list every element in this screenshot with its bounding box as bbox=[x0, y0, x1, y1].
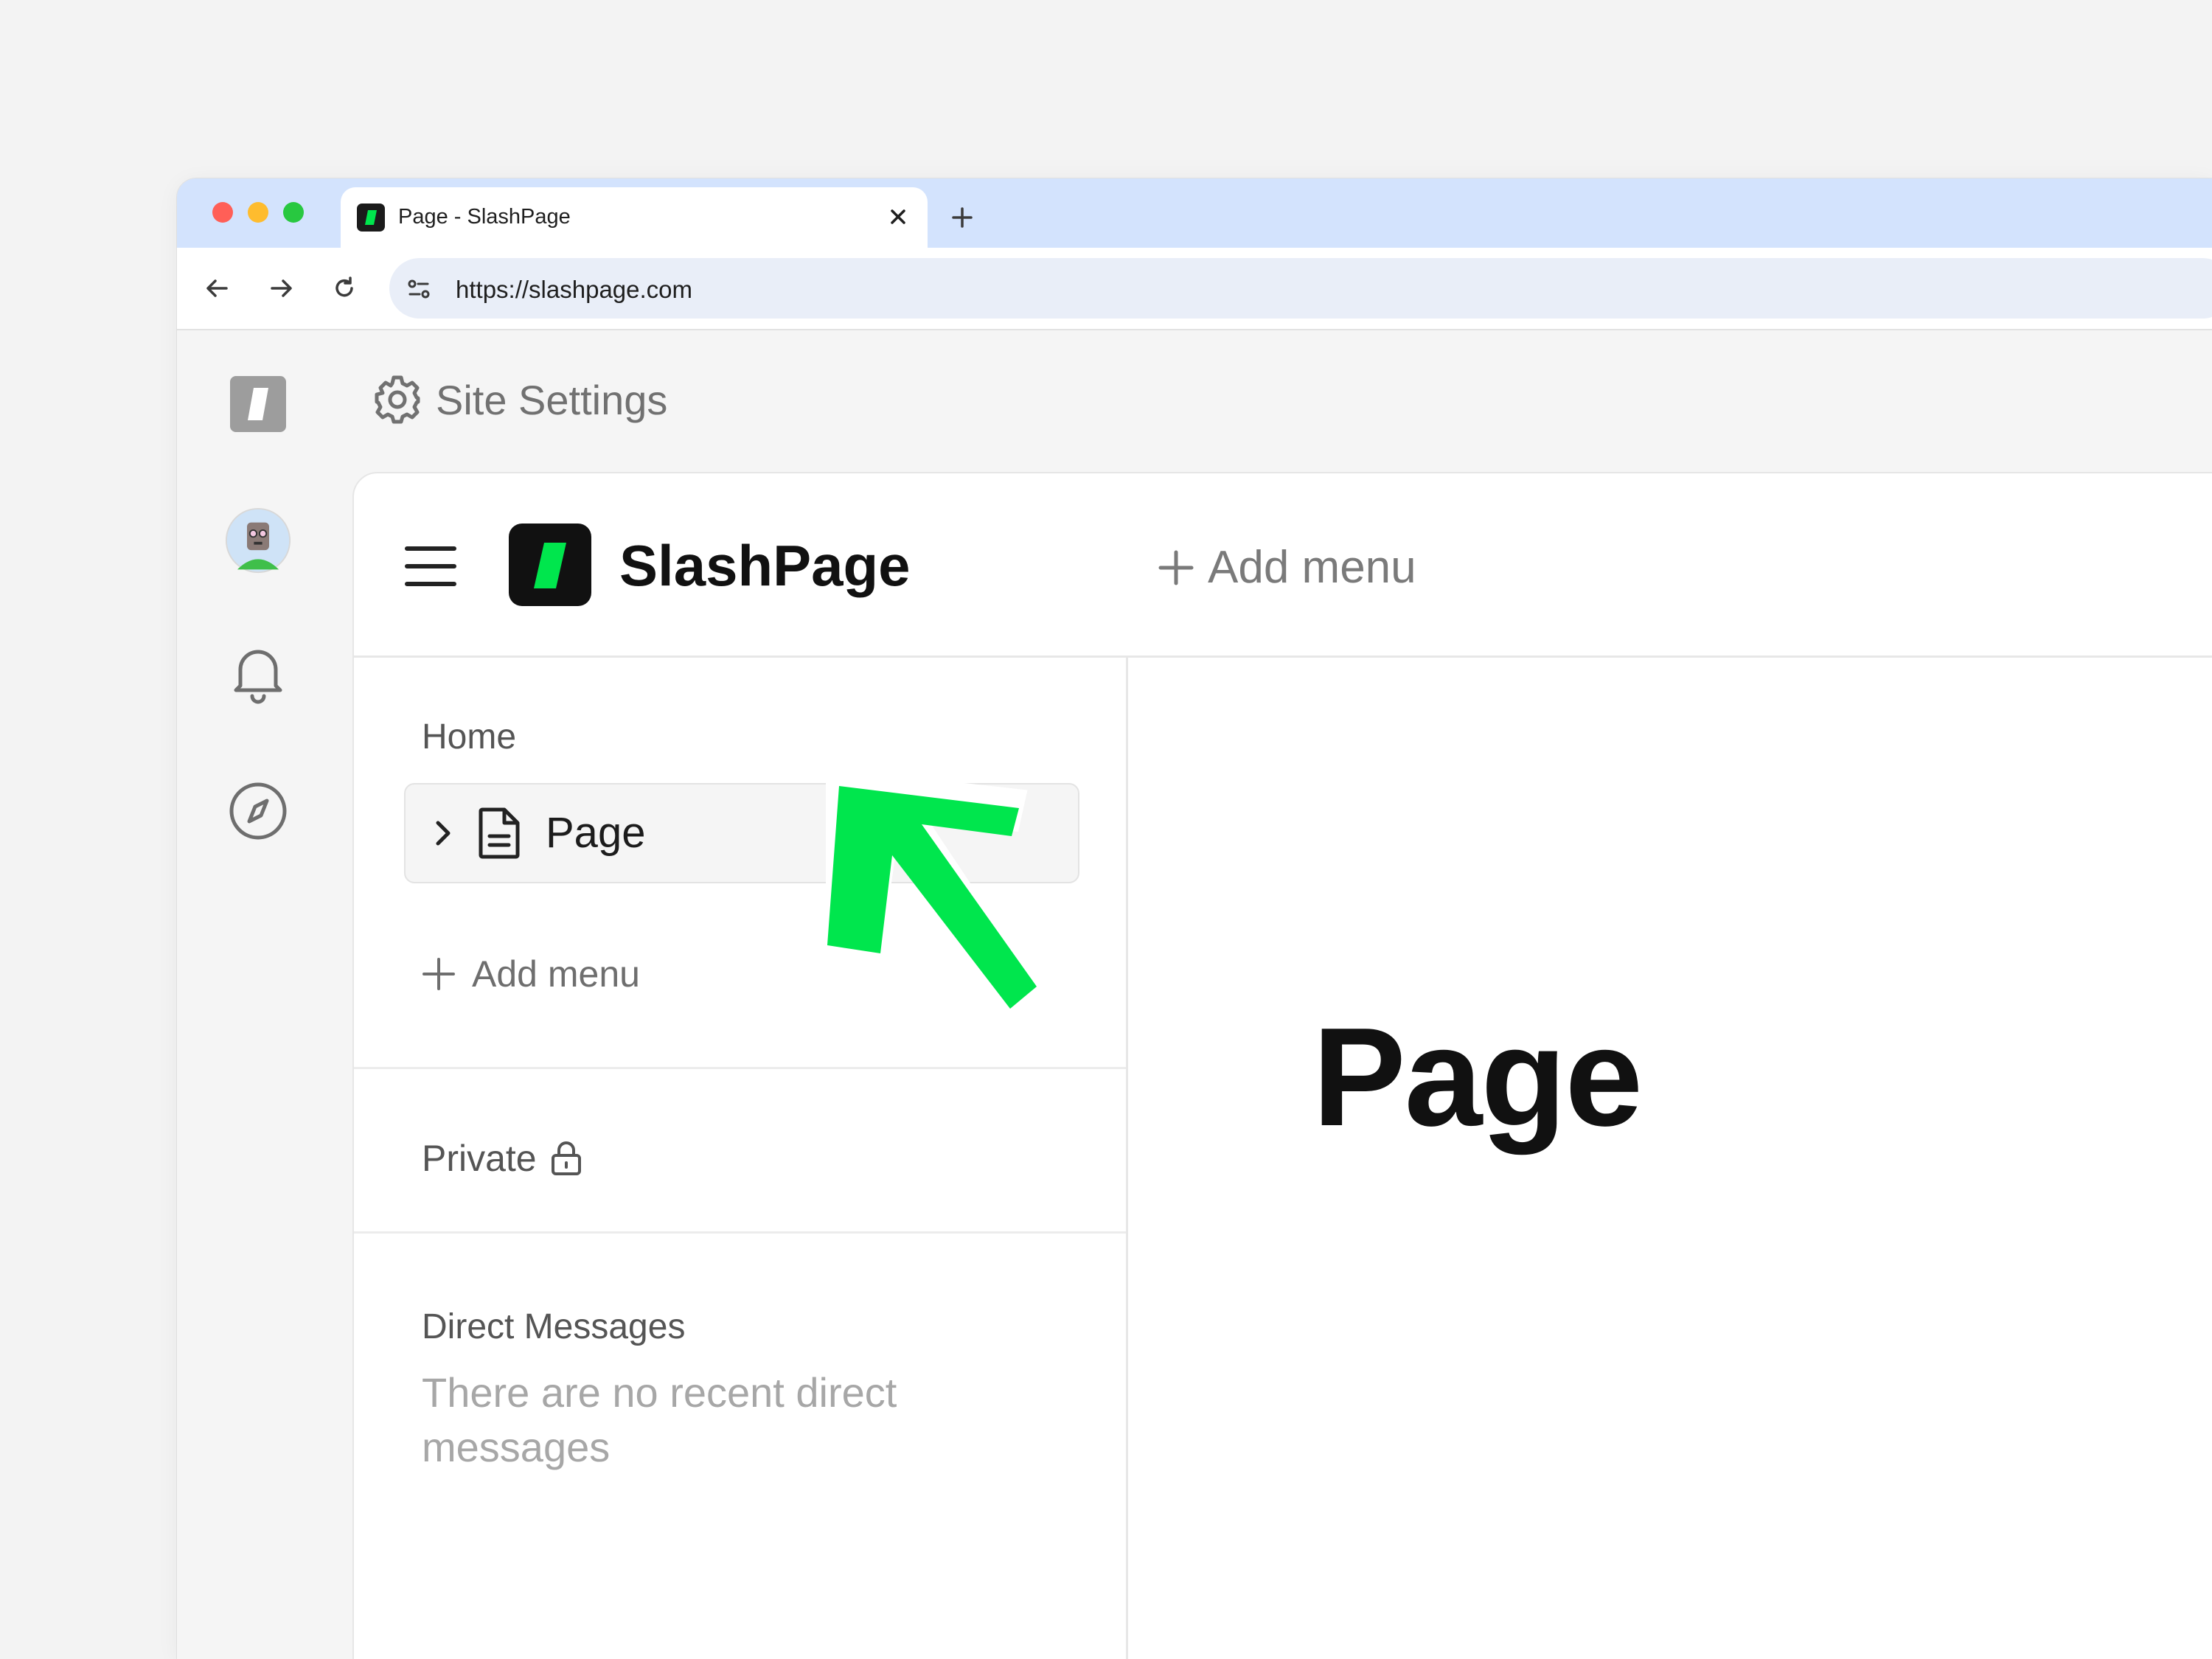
site-preview-card: SlashPage Add menu Home Page Add menu Pr… bbox=[352, 472, 2212, 1659]
avatar[interactable] bbox=[225, 507, 291, 574]
header-add-menu-label: Add menu bbox=[1208, 542, 1416, 593]
dm-section-label: Direct Messages bbox=[422, 1307, 686, 1346]
maximize-window-button[interactable] bbox=[283, 202, 304, 223]
slashpage-favicon-icon bbox=[357, 204, 385, 232]
browser-toolbar: https://slashpage.com bbox=[177, 248, 2212, 330]
sidebar-add-menu-label: Add menu bbox=[472, 953, 640, 995]
lock-icon bbox=[551, 1141, 581, 1175]
forward-arrow-icon[interactable] bbox=[262, 270, 299, 307]
site-settings-label: Site Settings bbox=[436, 376, 668, 423]
sidebar-add-menu-button[interactable]: Add menu bbox=[422, 953, 640, 995]
plus-icon bbox=[1158, 550, 1194, 585]
dm-empty-state: There are no recent direct messages bbox=[422, 1369, 897, 1470]
private-section-header: Private bbox=[422, 1137, 582, 1180]
tab-strip: Page - SlashPage bbox=[177, 178, 2212, 248]
app-content: Site Settings SlashPage Add menu Home Pa… bbox=[177, 330, 2212, 1659]
slashpage-logo-icon[interactable] bbox=[225, 371, 291, 437]
window-controls bbox=[212, 202, 304, 223]
brand-name[interactable]: SlashPage bbox=[619, 532, 911, 599]
browser-window: Page - SlashPage https://slashpage.com S… bbox=[177, 178, 2212, 1659]
bell-icon[interactable] bbox=[225, 640, 291, 706]
page-title: Page bbox=[1312, 999, 1643, 1155]
url-text: https://slashpage.com bbox=[456, 276, 693, 303]
plus-icon bbox=[422, 958, 455, 990]
section-divider bbox=[354, 1231, 1126, 1234]
chevron-right-icon[interactable] bbox=[428, 817, 457, 853]
document-icon bbox=[476, 807, 522, 863]
compass-icon[interactable] bbox=[225, 778, 291, 844]
section-divider bbox=[354, 1067, 1126, 1069]
browser-tab[interactable]: Page - SlashPage bbox=[341, 187, 928, 248]
back-arrow-icon[interactable] bbox=[199, 270, 236, 307]
site-header: SlashPage Add menu bbox=[354, 473, 2212, 658]
green-arrow-icon bbox=[826, 773, 1048, 1029]
minimize-window-button[interactable] bbox=[248, 202, 268, 223]
gear-icon bbox=[375, 375, 420, 424]
site-settings-button[interactable]: Site Settings bbox=[372, 375, 667, 425]
tab-title: Page - SlashPage bbox=[398, 205, 571, 229]
header-add-menu-button[interactable]: Add menu bbox=[1158, 541, 1416, 594]
home-section-label: Home bbox=[422, 717, 517, 757]
close-tab-icon[interactable] bbox=[883, 202, 913, 232]
sidebar-item-page-label: Page bbox=[546, 809, 646, 857]
close-window-button[interactable] bbox=[212, 202, 233, 223]
brand-logo-icon[interactable] bbox=[509, 524, 591, 606]
address-bar[interactable]: https://slashpage.com bbox=[389, 258, 2212, 319]
site-controls-icon[interactable] bbox=[403, 273, 435, 305]
private-section-label: Private bbox=[422, 1138, 537, 1179]
reload-icon[interactable] bbox=[326, 270, 363, 307]
hamburger-menu-icon[interactable] bbox=[404, 544, 457, 588]
new-tab-icon[interactable] bbox=[944, 199, 981, 236]
